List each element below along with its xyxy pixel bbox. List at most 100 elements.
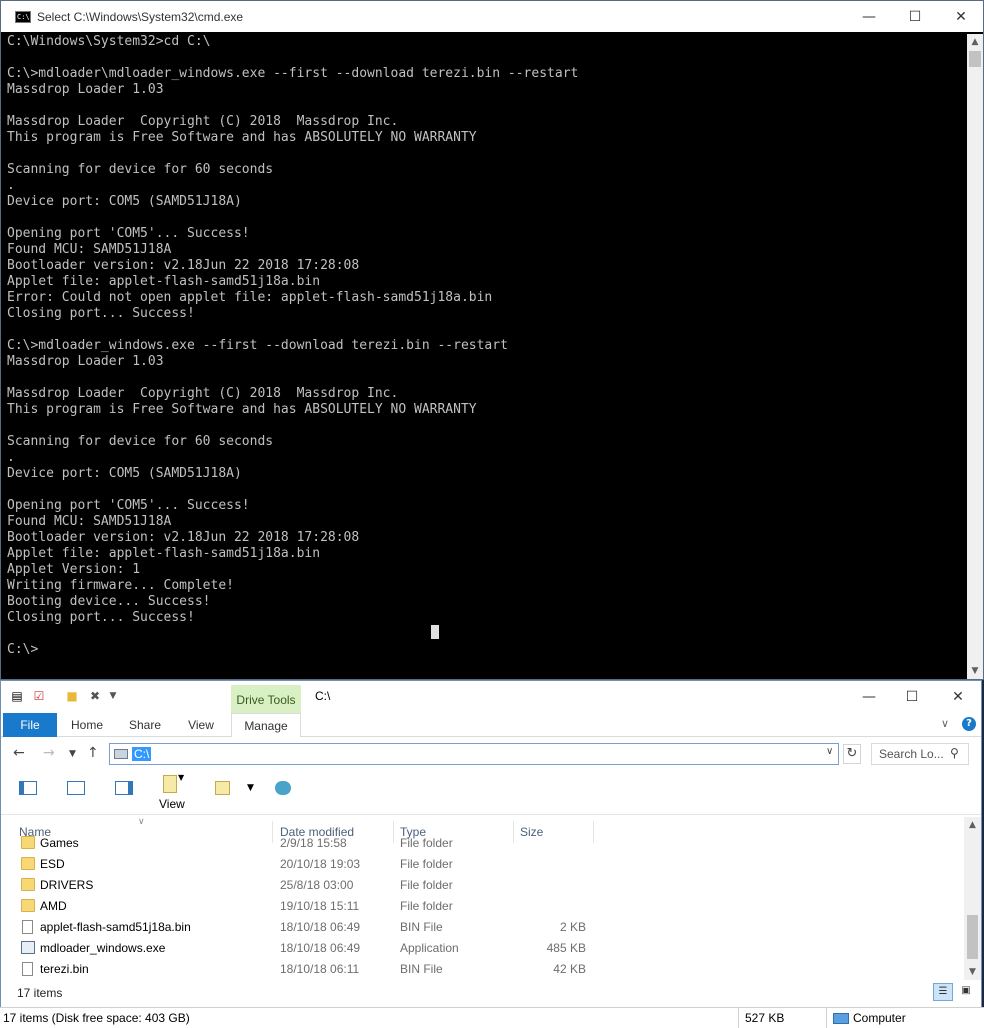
explorer-titlebar[interactable]: ▤ ☑ ■ ✖ ▼ Drive Tools C:\ — ☐ ✕ [1,681,981,713]
up-icon[interactable]: ↑ [87,745,99,761]
explorer-scrollbar-thumb[interactable] [967,915,978,959]
file-type: File folder [400,836,453,850]
cmd-minimize-button[interactable]: — [846,1,892,32]
tab-file[interactable]: File [3,713,57,737]
explorer-scrollbar[interactable]: ▲ ▼ [964,817,981,980]
properties-icon[interactable]: ▤ [10,689,24,703]
file-date: 20/10/18 19:03 [280,857,361,871]
computer-icon [833,1013,849,1024]
file-name: DRIVERS [40,878,94,892]
file-size: 2 KB [559,920,586,934]
file-date: 18/10/18 06:49 [280,941,361,955]
cmd-scrollbar[interactable]: ▲ ▼ [967,34,983,679]
explorer-maximize-button[interactable]: ☐ [889,681,935,713]
file-row[interactable]: DRIVERS 25/8/18 03:00 File folder [1,875,963,896]
view-dropdown-icon[interactable]: ▼ [178,773,184,782]
address-field[interactable]: C:\ ∨ [109,743,839,765]
navigation-pane-icon[interactable] [19,781,37,795]
console-output[interactable]: C:\Windows\System32>cd C:\ C:\>mdloader\m… [7,34,962,679]
console-line: Massdrop Loader 1.03 [7,354,164,369]
scroll-up-icon[interactable]: ▲ [967,34,983,50]
details-view-icon[interactable]: ☰ [933,983,953,1001]
select-icon[interactable] [215,781,230,795]
file-row[interactable]: Games 2/9/18 15:58 File folder [1,833,963,854]
item-count: 17 items [17,986,63,1000]
console-line: This program is Free Software and has AB… [7,130,477,145]
view-button-label[interactable]: View [159,797,185,811]
address-dropdown-icon[interactable]: ∨ [826,746,833,757]
console-line: Opening port 'COM5'... Success! [7,226,250,241]
file-type: BIN File [400,962,443,976]
tab-view[interactable]: View [177,713,225,737]
status-divider [826,1008,827,1028]
status-bar: 17 items (Disk free space: 403 GB) 527 K… [0,1007,984,1028]
view-layout-icon[interactable] [163,775,177,793]
large-icons-view-icon[interactable]: ▣ [957,983,975,1001]
file-type: BIN File [400,920,443,934]
cmd-scrollbar-thumb[interactable] [969,51,981,67]
cmd-titlebar[interactable]: C:\ Select C:\Windows\System32\cmd.exe —… [1,1,983,32]
tab-share[interactable]: Share [117,713,173,737]
file-name: AMD [40,899,67,913]
scroll-up-icon[interactable]: ▲ [964,817,981,833]
status-location: Computer [853,1011,906,1025]
file-row[interactable]: applet-flash-samd51j18a.bin 18/10/18 06:4… [1,917,963,938]
console-line: Opening port 'COM5'... Success! [7,498,250,513]
console-line: Scanning for device for 60 seconds [7,162,274,177]
console-line: Applet Version: 1 [7,562,141,577]
customize-quick-access-icon[interactable]: ▼ [106,689,120,703]
address-text[interactable]: C:\ [132,747,152,761]
folder-icon [21,857,35,870]
scroll-down-icon[interactable]: ▼ [964,964,981,980]
cmd-close-button[interactable]: ✕ [938,1,984,32]
search-icon[interactable]: ⚲ [950,746,959,760]
network-icon[interactable] [275,781,291,795]
file-type: File folder [400,878,453,892]
file-type: File folder [400,857,453,871]
tab-home[interactable]: Home [61,713,113,737]
recent-locations-icon[interactable]: ▼ [69,749,76,759]
console-line: Closing port... Success! [7,610,195,625]
file-date: 2/9/18 15:58 [280,836,347,850]
details-pane-icon[interactable] [115,781,133,795]
folder-icon [21,836,35,849]
select-dropdown-icon[interactable]: ▼ [247,783,254,793]
file-name: mdloader_windows.exe [40,941,166,955]
console-line: Applet file: applet-flash-samd51j18a.bin [7,546,321,561]
back-icon[interactable]: ← [13,745,25,761]
tab-manage[interactable]: Manage [231,713,301,737]
expand-ribbon-icon[interactable]: ∨ [941,717,949,730]
refresh-button[interactable]: ↻ [843,744,861,764]
console-line: Closing port... Success! [7,306,195,321]
explorer-minimize-button[interactable]: — [846,681,892,713]
file-row[interactable]: AMD 19/10/18 15:11 File folder [1,896,963,917]
file-name: ESD [40,857,65,871]
search-input[interactable]: Search Lo... ⚲ [871,743,969,765]
file-row[interactable]: mdloader_windows.exe 18/10/18 06:49 Applic… [1,938,963,959]
preview-pane-icon[interactable] [67,781,85,795]
console-line: Booting device... Success! [7,594,211,609]
file-row[interactable]: ESD 20/10/18 19:03 File folder [1,854,963,875]
explorer-window: ▤ ☑ ■ ✖ ▼ Drive Tools C:\ — ☐ ✕ File Hom… [0,680,982,1028]
checkmark-icon[interactable]: ☑ [32,689,46,703]
file-date: 18/10/18 06:11 [280,962,360,976]
file-row[interactable]: terezi.bin 18/10/18 06:11 BIN File 42 KB [1,959,963,980]
file-date: 19/10/18 15:11 [280,899,360,913]
forward-icon[interactable]: → [43,745,55,761]
console-line: Found MCU: SAMD51J18A [7,514,172,529]
drive-icon [114,749,128,759]
help-icon[interactable]: ? [962,717,976,731]
folder-icon [21,878,35,891]
scroll-down-icon[interactable]: ▼ [967,663,983,679]
explorer-close-button[interactable]: ✕ [935,681,981,713]
new-folder-icon[interactable]: ■ [65,689,79,703]
delete-icon[interactable]: ✖ [88,689,102,703]
cmd-maximize-button[interactable]: ☐ [892,1,938,32]
status-selection-size: 527 KB [745,1011,785,1025]
